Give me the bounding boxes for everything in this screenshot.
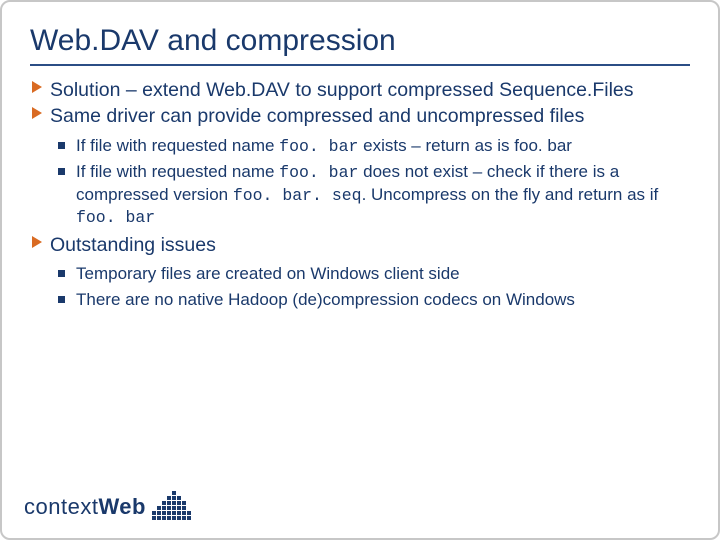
code: foo. bar. seq [233, 186, 362, 205]
text: If file with requested name [76, 136, 279, 155]
arrow-icon [32, 107, 42, 119]
slide-title: Web.DAV and compression [30, 24, 690, 58]
text: There are no native Hadoop (de)compressi… [76, 290, 575, 309]
sub-bullet: If file with requested name foo. bar doe… [58, 161, 690, 228]
sub-bullet: If file with requested name foo. bar exi… [58, 135, 690, 157]
sub-bullets-outstanding: Temporary files are created on Windows c… [58, 263, 690, 311]
bullet-outstanding: Outstanding issues [30, 233, 690, 257]
sub-bullet: Temporary files are created on Windows c… [58, 263, 690, 285]
bullet-text: Outstanding issues [50, 234, 216, 256]
slide-body: Solution – extend Web.DAV to support com… [30, 78, 690, 311]
title-rule [30, 64, 690, 66]
code: foo. bar [279, 163, 358, 182]
logo-context: context [24, 494, 98, 520]
bullet-same-driver: Same driver can provide compressed and u… [30, 104, 690, 128]
bullet-text: Solution – extend Web.DAV to support com… [50, 79, 634, 101]
text: If file with requested name [76, 162, 279, 181]
text: exists – return as is foo. bar [358, 136, 572, 155]
arrow-icon [32, 236, 42, 248]
logo-text: contextWeb [24, 494, 146, 520]
slide: Web.DAV and compression Solution – exten… [0, 0, 720, 540]
text: Temporary files are created on Windows c… [76, 264, 460, 283]
sub-bullet: There are no native Hadoop (de)compressi… [58, 289, 690, 311]
bullet-text: Same driver can provide compressed and u… [50, 105, 584, 127]
code: foo. bar [279, 137, 358, 156]
text: . Uncompress on the fly and return as if [362, 185, 659, 204]
arrow-icon [32, 81, 42, 93]
contextweb-logo: contextWeb [24, 491, 191, 520]
logo-grid-icon [152, 491, 191, 520]
code: foo. bar [76, 208, 155, 227]
logo-web: Web [98, 494, 146, 520]
bullet-solution: Solution – extend Web.DAV to support com… [30, 78, 690, 102]
sub-bullets-driver: If file with requested name foo. bar exi… [58, 135, 690, 229]
